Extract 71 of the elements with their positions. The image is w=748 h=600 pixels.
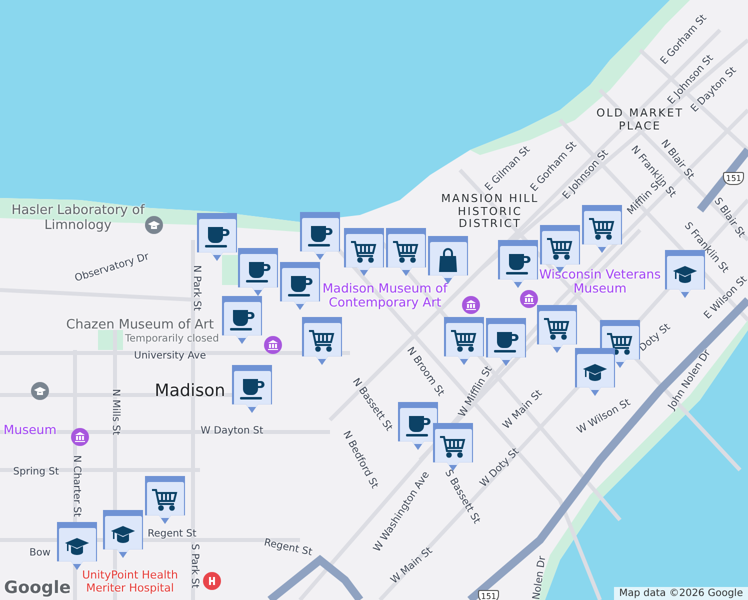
place-label: Madison Museum of Contemporary Art bbox=[322, 282, 449, 310]
coffee-cup-icon bbox=[238, 376, 266, 402]
street-label: S Park St bbox=[188, 544, 200, 588]
map-marker[interactable] bbox=[433, 423, 473, 471]
museum-icon bbox=[462, 296, 480, 314]
street-label: Regent St bbox=[262, 537, 314, 559]
museum-icon bbox=[520, 290, 538, 308]
street-label: Bow bbox=[29, 547, 51, 559]
status-note: Temporarily closed bbox=[125, 333, 219, 345]
coffee-cup-icon bbox=[404, 413, 432, 439]
shopping-cart-icon bbox=[588, 216, 616, 242]
map-marker[interactable] bbox=[145, 476, 185, 524]
street-label: University Ave bbox=[134, 350, 206, 362]
shopping-cart-icon bbox=[439, 434, 467, 460]
highway-shield: 151 bbox=[723, 172, 744, 185]
coffee-cup-icon bbox=[244, 259, 272, 285]
hospital-icon bbox=[203, 572, 221, 590]
map-marker[interactable] bbox=[57, 522, 97, 570]
street-label: N Charter St bbox=[70, 455, 82, 517]
map-marker[interactable] bbox=[280, 262, 320, 310]
shopping-cart-icon bbox=[308, 328, 336, 354]
street-label: W Dayton St bbox=[200, 425, 264, 437]
map-marker[interactable] bbox=[302, 317, 342, 365]
map-marker[interactable] bbox=[103, 510, 143, 558]
place-label: UnityPoint Health Meriter Hospital bbox=[81, 569, 179, 595]
coffee-cup-icon bbox=[286, 273, 314, 299]
place-label: Museum bbox=[4, 422, 56, 438]
google-logo: Google bbox=[4, 578, 71, 598]
street-label: Regent St bbox=[148, 528, 196, 540]
coffee-cup-icon bbox=[306, 223, 334, 249]
museum-icon bbox=[71, 428, 89, 446]
map-marker[interactable] bbox=[428, 236, 468, 284]
shopping-cart-icon bbox=[392, 239, 420, 265]
map-marker[interactable] bbox=[344, 228, 384, 276]
street-label: N Mills St bbox=[109, 388, 121, 436]
street-label: N Park St bbox=[190, 265, 202, 311]
place-label: Wisconsin Veterans Museum bbox=[538, 268, 662, 296]
highway-shield: 151 bbox=[478, 590, 500, 600]
shopping-cart-icon bbox=[450, 328, 478, 354]
shopping-cart-icon bbox=[546, 236, 574, 262]
map-marker[interactable] bbox=[222, 296, 262, 344]
map-marker[interactable] bbox=[232, 365, 272, 413]
graduation-cap-icon bbox=[31, 382, 49, 400]
shopping-cart-icon bbox=[606, 331, 634, 357]
map-marker[interactable] bbox=[537, 305, 577, 353]
coffee-cup-icon bbox=[228, 307, 256, 333]
attribution-text: Map data ©2026 Google bbox=[614, 587, 748, 600]
shopping-cart-icon bbox=[350, 239, 378, 265]
place-label: MANSION HILL HISTORIC DISTRICT bbox=[440, 193, 540, 231]
map-marker[interactable] bbox=[238, 248, 278, 296]
shopping-cart-icon bbox=[543, 316, 571, 342]
place-label: Chazen Museum of Art bbox=[66, 318, 214, 334]
coffee-cup-icon bbox=[504, 251, 532, 277]
map-marker[interactable] bbox=[300, 212, 340, 260]
map-marker[interactable] bbox=[398, 402, 438, 450]
map-marker[interactable] bbox=[486, 318, 526, 366]
graduation-cap-icon bbox=[145, 216, 163, 234]
map-marker[interactable] bbox=[575, 348, 615, 396]
coffee-cup-icon bbox=[492, 329, 520, 355]
street-label: Nolen Dr bbox=[531, 555, 549, 600]
map-marker[interactable] bbox=[197, 213, 237, 261]
museum-icon bbox=[264, 336, 282, 354]
street-label: Spring St bbox=[13, 466, 59, 478]
coffee-cup-icon bbox=[203, 224, 231, 250]
shopping-cart-icon bbox=[151, 487, 179, 513]
map-marker[interactable] bbox=[498, 240, 538, 288]
map-marker[interactable] bbox=[582, 205, 622, 253]
map-marker[interactable] bbox=[444, 317, 484, 365]
place-label: Hasler Laboratory of Limnology bbox=[10, 204, 146, 234]
map-marker[interactable] bbox=[386, 228, 426, 276]
city-label: Madison bbox=[154, 382, 226, 402]
